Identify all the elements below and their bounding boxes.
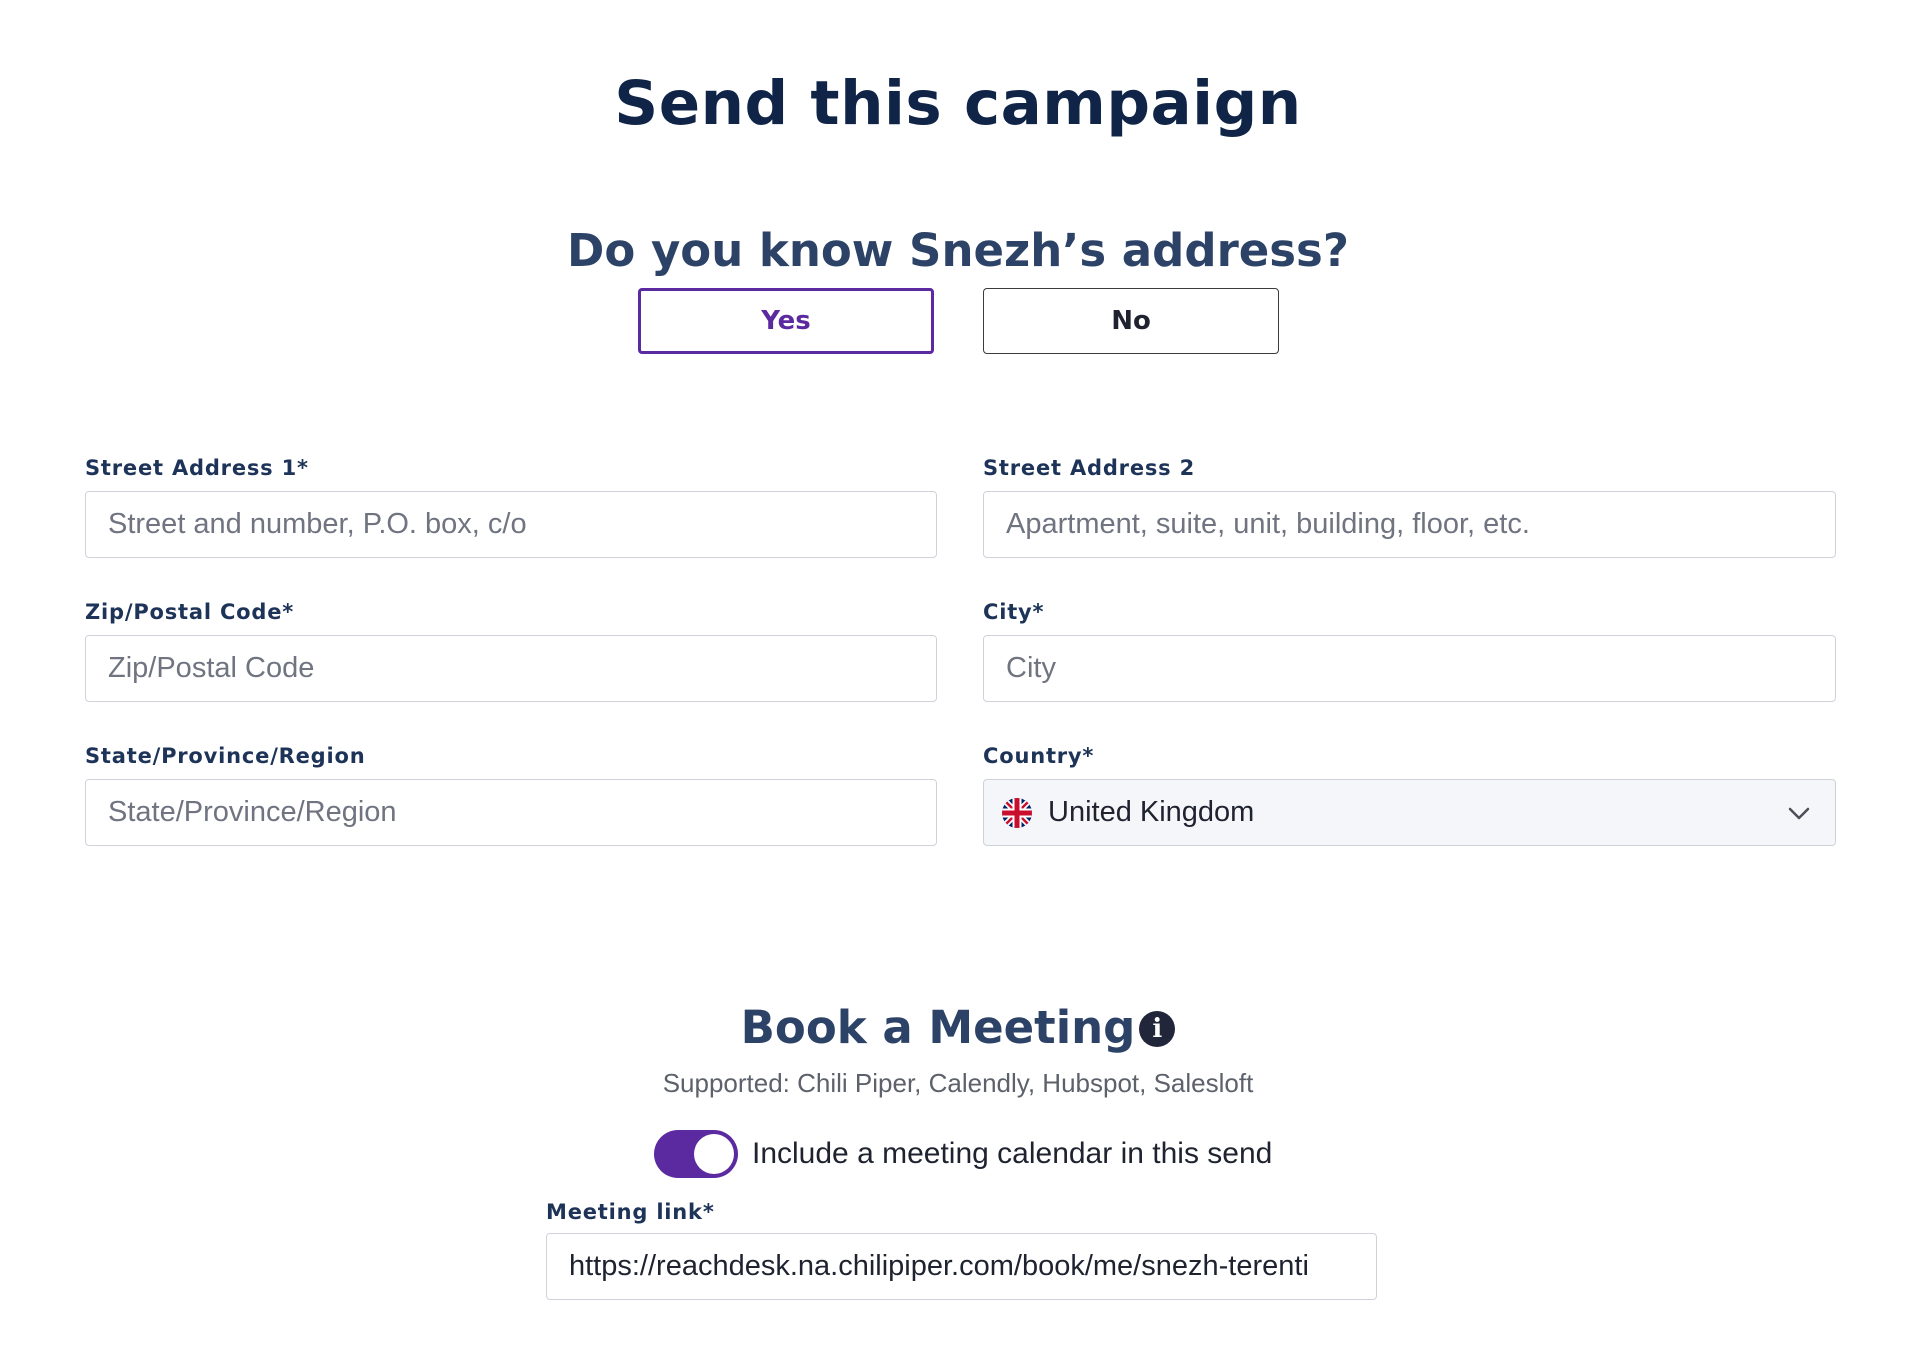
info-icon[interactable]: i	[1139, 1011, 1176, 1048]
street-address-2-input[interactable]	[1006, 508, 1813, 541]
street-address-2-label: Street Address 2	[983, 456, 1195, 480]
meeting-calendar-toggle[interactable]	[654, 1130, 738, 1178]
state-field[interactable]	[85, 779, 937, 846]
country-select[interactable]: United Kingdom	[983, 779, 1836, 846]
street-address-1-field[interactable]	[85, 491, 937, 558]
page-title: Send this campaign	[614, 67, 1302, 139]
state-label: State/Province/Region	[85, 744, 366, 768]
yes-button[interactable]: Yes	[638, 288, 934, 354]
meeting-link-field[interactable]	[546, 1233, 1377, 1300]
street-address-2-field[interactable]	[983, 491, 1836, 558]
state-input[interactable]	[108, 796, 914, 829]
address-question-heading: Do you know Snezh’s address?	[567, 224, 1349, 278]
city-field[interactable]	[983, 635, 1836, 702]
toggle-knob	[694, 1134, 734, 1174]
zip-label: Zip/Postal Code*	[85, 600, 295, 624]
meeting-heading-text: Book a Meeting	[740, 1001, 1136, 1055]
meeting-section-heading: Book a Meeting i	[0, 1001, 1916, 1055]
uk-flag-icon	[1002, 797, 1032, 828]
street-address-1-label: Street Address 1*	[85, 456, 309, 480]
zip-input[interactable]	[108, 652, 914, 685]
country-label: Country*	[983, 744, 1095, 768]
zip-field[interactable]	[85, 635, 937, 702]
supported-providers-text: Supported: Chili Piper, Calendly, Hubspo…	[662, 1068, 1254, 1098]
meeting-link-label: Meeting link*	[546, 1200, 715, 1224]
street-address-1-input[interactable]	[108, 508, 914, 541]
city-input[interactable]	[1006, 652, 1813, 685]
meeting-calendar-toggle-row: Include a meeting calendar in this send	[654, 1130, 1272, 1178]
chevron-down-icon	[1785, 799, 1813, 827]
meeting-calendar-toggle-label: Include a meeting calendar in this send	[752, 1137, 1273, 1170]
city-label: City*	[983, 600, 1045, 624]
meeting-link-input[interactable]	[569, 1250, 1354, 1283]
no-button[interactable]: No	[983, 288, 1279, 354]
country-value: United Kingdom	[1048, 796, 1255, 828]
